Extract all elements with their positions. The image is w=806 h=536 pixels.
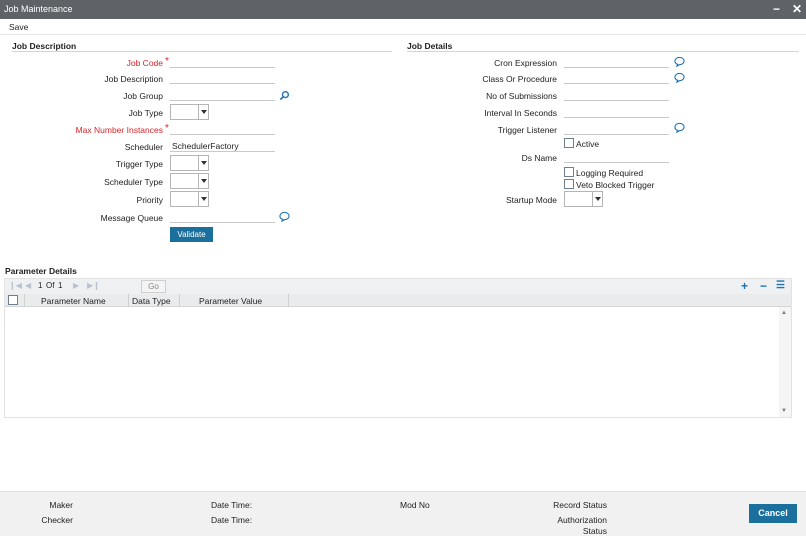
chevron-down-icon bbox=[592, 192, 602, 206]
message-queue-label: Message Queue bbox=[100, 213, 163, 223]
priority-select[interactable] bbox=[170, 191, 209, 207]
job-group-input[interactable] bbox=[170, 89, 275, 101]
column-parameter-value[interactable]: Parameter Value bbox=[199, 296, 262, 306]
audit-footer: Maker Checker Date Time: Date Time: Mod … bbox=[0, 491, 806, 536]
last-page-icon[interactable]: ▶❙ bbox=[87, 281, 100, 290]
job-code-label: Job Code bbox=[126, 58, 163, 68]
veto-blocked-trigger-checkbox[interactable] bbox=[564, 179, 574, 189]
max-number-instances-input[interactable] bbox=[170, 123, 275, 135]
job-description-input[interactable] bbox=[170, 72, 275, 84]
priority-label: Priority bbox=[136, 195, 163, 205]
chevron-down-icon bbox=[198, 192, 208, 206]
column-divider bbox=[128, 294, 129, 307]
no-of-submissions-input[interactable] bbox=[564, 89, 669, 101]
delete-row-icon[interactable]: − bbox=[760, 279, 767, 293]
column-data-type[interactable]: Data Type bbox=[132, 296, 171, 306]
chevron-down-icon bbox=[198, 174, 208, 188]
authorization-status-label: Authorization Status bbox=[557, 515, 607, 536]
scroll-down-icon[interactable]: ▼ bbox=[781, 408, 787, 414]
cron-expression-lov-icon[interactable] bbox=[674, 56, 685, 67]
veto-blocked-trigger-label: Veto Blocked Trigger bbox=[576, 180, 655, 190]
save-button[interactable]: Save bbox=[9, 22, 28, 32]
ds-name-label: Ds Name bbox=[521, 153, 557, 163]
grid-header: Parameter Name Data Type Parameter Value bbox=[5, 294, 791, 307]
maker-date-time-label: Date Time: bbox=[211, 500, 253, 510]
class-or-procedure-label: Class Or Procedure bbox=[482, 74, 557, 84]
logging-required-label: Logging Required bbox=[576, 168, 644, 178]
chevron-down-icon bbox=[198, 105, 208, 119]
job-details-heading: Job Details bbox=[407, 41, 453, 51]
toolbar: Save bbox=[0, 19, 806, 35]
grid-scrollbar[interactable]: ▲ ▼ bbox=[779, 307, 791, 417]
startup-mode-label: Startup Mode bbox=[505, 195, 557, 205]
ds-name-input[interactable] bbox=[564, 151, 669, 163]
interval-in-seconds-input[interactable] bbox=[564, 106, 669, 118]
max-number-instances-label: Max Number Instances bbox=[75, 125, 163, 135]
job-group-search-icon[interactable] bbox=[279, 90, 290, 101]
job-type-label: Job Type bbox=[128, 108, 163, 118]
parameter-details-grid: ❙◀ ◀ 1 Of 1 ▶ ▶❙ Go + − ☰ Parameter Name… bbox=[4, 278, 792, 418]
trigger-listener-input[interactable] bbox=[564, 123, 669, 135]
job-group-label: Job Group bbox=[123, 91, 163, 101]
select-all-checkbox[interactable] bbox=[8, 295, 18, 305]
list-view-icon[interactable]: ☰ bbox=[776, 280, 785, 291]
class-or-procedure-input[interactable] bbox=[564, 72, 669, 84]
go-button[interactable]: Go bbox=[141, 280, 166, 293]
interval-in-seconds-label: Interval In Seconds bbox=[484, 108, 557, 118]
job-description-divider bbox=[12, 51, 392, 52]
active-label: Active bbox=[576, 139, 600, 149]
column-divider bbox=[24, 294, 25, 307]
page-of-label: Of bbox=[46, 281, 55, 290]
message-queue-lov-icon[interactable] bbox=[279, 211, 290, 222]
record-status-label: Record Status bbox=[553, 500, 607, 510]
grid-pagination-bar: ❙◀ ◀ 1 Of 1 ▶ ▶❙ Go + − ☰ bbox=[5, 279, 791, 294]
startup-mode-select[interactable] bbox=[564, 191, 603, 207]
cron-expression-label: Cron Expression bbox=[494, 58, 557, 68]
message-queue-input[interactable] bbox=[170, 211, 275, 223]
validate-button[interactable]: Validate bbox=[170, 227, 213, 242]
scheduler-input[interactable]: SchedulerFactory bbox=[170, 140, 275, 152]
first-page-icon[interactable]: ❙◀ bbox=[9, 281, 22, 290]
job-code-required-mark: * bbox=[165, 56, 169, 67]
scheduler-type-select[interactable] bbox=[170, 173, 209, 189]
scheduler-label: Scheduler bbox=[124, 142, 163, 152]
minimize-icon[interactable]: − bbox=[773, 2, 780, 16]
job-details-divider bbox=[407, 51, 799, 52]
job-code-input[interactable] bbox=[170, 56, 275, 68]
checker-date-time-label: Date Time: bbox=[211, 515, 253, 525]
close-icon[interactable]: ✕ bbox=[792, 2, 802, 16]
job-type-select[interactable] bbox=[170, 104, 209, 120]
trigger-listener-label: Trigger Listener bbox=[497, 125, 557, 135]
class-or-procedure-lov-icon[interactable] bbox=[674, 72, 685, 83]
window-title: Job Maintenance bbox=[4, 4, 73, 14]
cancel-button[interactable]: Cancel bbox=[749, 504, 797, 523]
chevron-down-icon bbox=[198, 156, 208, 170]
no-of-submissions-label: No of Submissions bbox=[486, 91, 557, 101]
active-checkbox[interactable] bbox=[564, 138, 574, 148]
column-divider bbox=[179, 294, 180, 307]
window-titlebar: Job Maintenance − ✕ bbox=[0, 0, 806, 19]
parameter-details-heading: Parameter Details bbox=[5, 266, 77, 276]
job-description-heading: Job Description bbox=[12, 41, 77, 51]
current-page: 1 bbox=[38, 281, 43, 290]
max-number-instances-required-mark: * bbox=[165, 123, 169, 134]
mod-no-label: Mod No bbox=[400, 500, 430, 510]
checker-label: Checker bbox=[41, 515, 73, 525]
trigger-type-select[interactable] bbox=[170, 155, 209, 171]
column-parameter-name[interactable]: Parameter Name bbox=[41, 296, 106, 306]
cron-expression-input[interactable] bbox=[564, 56, 669, 68]
column-divider bbox=[288, 294, 289, 307]
scheduler-type-label: Scheduler Type bbox=[104, 177, 163, 187]
next-page-icon[interactable]: ▶ bbox=[73, 281, 79, 290]
scroll-up-icon[interactable]: ▲ bbox=[781, 310, 787, 316]
trigger-listener-lov-icon[interactable] bbox=[674, 122, 685, 133]
previous-page-icon[interactable]: ◀ bbox=[25, 281, 31, 290]
job-description-label: Job Description bbox=[104, 74, 163, 84]
total-pages: 1 bbox=[58, 281, 63, 290]
trigger-type-label: Trigger Type bbox=[115, 159, 163, 169]
logging-required-checkbox[interactable] bbox=[564, 167, 574, 177]
add-row-icon[interactable]: + bbox=[741, 279, 748, 293]
maker-label: Maker bbox=[49, 500, 73, 510]
